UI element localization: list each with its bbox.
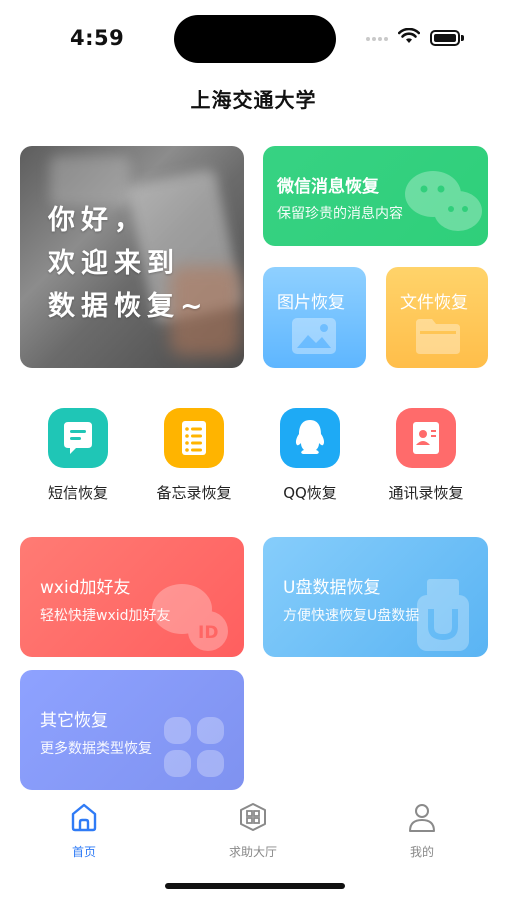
contacts-recovery-label: 通讯录恢复 [388,484,464,502]
file-card-title: 文件恢复 [400,293,468,313]
svg-text:ID: ID [198,623,218,643]
tab-help-hall[interactable]: 求助大厅 [203,800,303,860]
wechat-icon [405,171,482,231]
other-card-title: 其它恢复 [40,711,108,731]
contacts-icon [396,408,456,468]
other-card-subtitle: 更多数据类型恢复 [40,741,152,757]
wechat-card-subtitle: 保留珍贵的消息内容 [277,206,403,222]
help-hall-icon [240,803,266,831]
status-bar: 4:59 [0,0,507,76]
tab-home[interactable]: 首页 [34,800,134,860]
page-title: 上海交通大学 [190,88,317,112]
sms-recovery-button[interactable]: 短信恢复 [28,408,128,503]
memo-recovery-label: 备忘录恢复 [156,484,232,502]
qq-icon [280,408,340,468]
memo-icon [164,408,224,468]
welcome-banner[interactable]: 你好， 欢迎来到 数据恢复~ [20,146,244,368]
grid-apps-icon [164,717,224,777]
message-icon [48,408,108,468]
welcome-line-1: 你好， [48,205,147,236]
qq-recovery-button[interactable]: QQ恢复 [260,408,360,503]
tab-help-hall-label: 求助大厅 [228,845,277,859]
file-recovery-card[interactable]: 文件恢复 [386,267,488,368]
wxid-card-title: wxid加好友 [40,578,131,598]
battery-icon [430,30,464,46]
wxid-card-subtitle: 轻松快捷wxid加好友 [40,608,171,624]
wifi-icon [398,28,420,43]
image-card-title: 图片恢复 [277,293,345,313]
udisk-card-subtitle: 方便快速恢复U盘数据 [283,608,420,624]
home-icon [71,803,97,832]
welcome-line-3: 数据恢复~ [48,291,209,322]
wechat-card-title: 微信消息恢复 [277,177,379,197]
home-indicator[interactable] [165,883,345,889]
picture-icon [292,318,336,354]
status-time: 4:59 [70,26,125,50]
folder-icon [416,319,460,354]
other-recovery-card[interactable]: 其它恢复 更多数据类型恢复 [20,670,244,790]
dynamic-island [174,15,336,63]
wxid-add-friend-card[interactable]: ID wxid加好友 轻松快捷wxid加好友 [20,537,244,657]
contacts-recovery-button[interactable]: 通讯录恢复 [376,408,476,503]
usb-drive-icon [417,579,469,651]
wechat-recovery-card[interactable]: 微信消息恢复 保留珍贵的消息内容 [263,146,488,246]
tab-home-label: 首页 [71,845,96,859]
bottom-tab-bar: 首页 求助大厅 我的 [0,792,507,862]
profile-icon [409,804,435,832]
image-recovery-card[interactable]: 图片恢复 [263,267,366,368]
tab-profile-label: 我的 [409,845,434,859]
sms-recovery-label: 短信恢复 [47,484,108,502]
cellular-signal-icon [366,37,390,43]
welcome-line-2: 欢迎来到 [48,248,180,279]
tab-profile[interactable]: 我的 [372,800,472,860]
qq-recovery-label: QQ恢复 [283,484,337,502]
udisk-recovery-card[interactable]: U盘数据恢复 方便快速恢复U盘数据 [263,537,488,657]
udisk-card-title: U盘数据恢复 [283,578,381,598]
memo-recovery-button[interactable]: 备忘录恢复 [144,408,244,503]
